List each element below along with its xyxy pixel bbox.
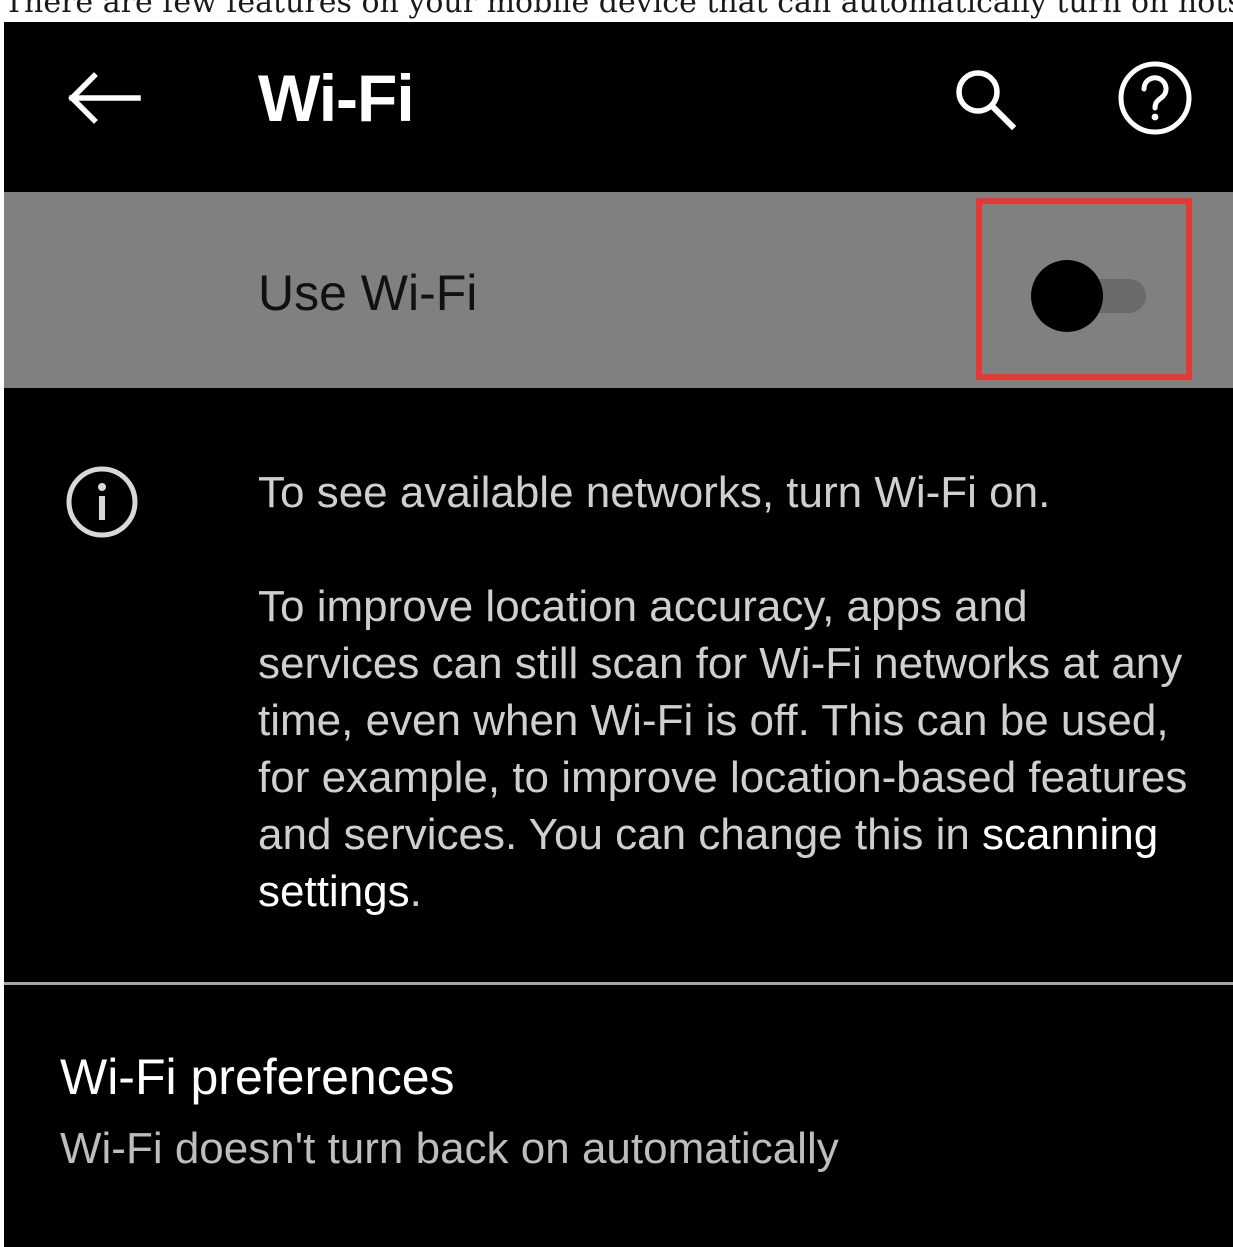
wifi-preferences-row[interactable]: Wi-Fi preferences Wi-Fi doesn't turn bac… [4, 1022, 1233, 1202]
arrow-left-icon [66, 71, 142, 129]
help-button[interactable] [1110, 60, 1200, 140]
toggle-thumb [1031, 260, 1103, 332]
caption-strip: There are few features on your mobile de… [0, 0, 1233, 22]
use-wifi-label: Use Wi-Fi [258, 265, 478, 321]
search-icon [952, 66, 1017, 135]
caption-text: There are few features on your mobile de… [4, 0, 1233, 20]
back-button[interactable] [60, 64, 148, 136]
page-title: Wi-Fi [258, 61, 415, 135]
info-paragraph-wifi-off: To see available networks, turn Wi-Fi on… [258, 468, 1051, 517]
help-circle-icon [1116, 59, 1194, 142]
wifi-settings-screen: Wi-Fi Use Wi-Fi To see available network… [4, 22, 1233, 1247]
use-wifi-row[interactable]: Use Wi-Fi [4, 192, 1233, 388]
wifi-preferences-title: Wi-Fi preferences [60, 1049, 455, 1105]
app-bar: Wi-Fi [4, 22, 1233, 192]
wifi-preferences-subtitle: Wi-Fi doesn't turn back on automatically [60, 1124, 839, 1173]
scanning-description-end: . [409, 867, 422, 916]
search-button[interactable] [944, 60, 1024, 140]
section-divider [4, 982, 1233, 985]
info-paragraph-scanning: To improve location accuracy, apps and s… [258, 578, 1198, 920]
info-icon [64, 464, 140, 540]
